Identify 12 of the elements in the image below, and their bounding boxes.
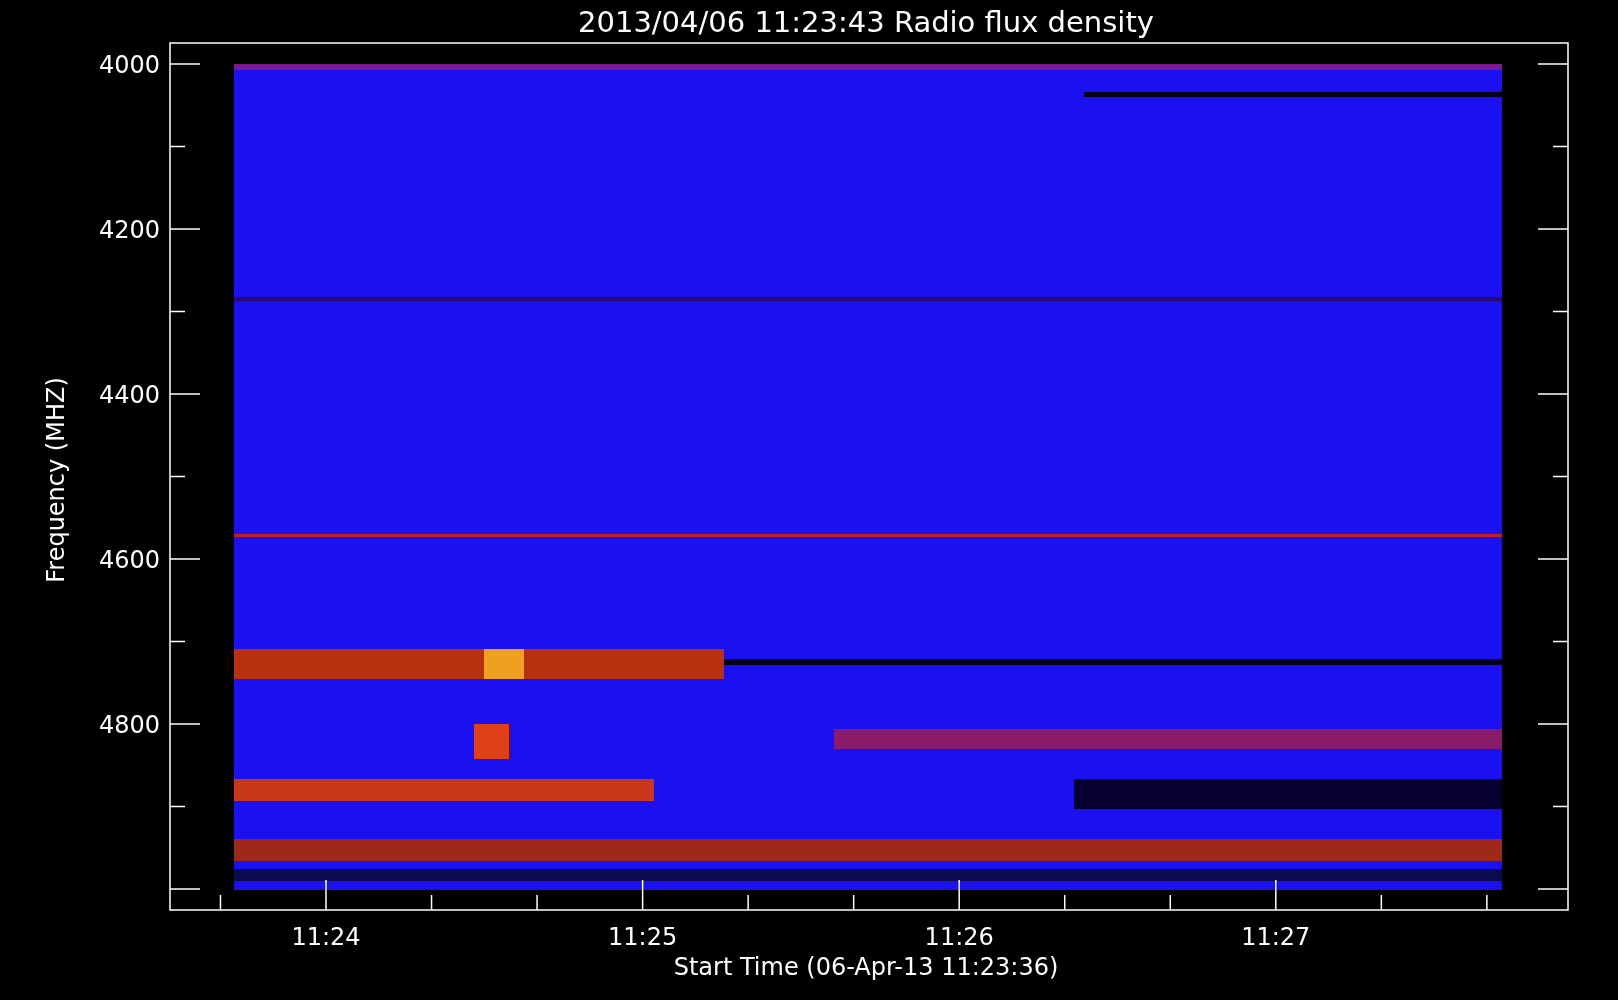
axis-tick-label: 4600 [98, 546, 160, 574]
axis-tick-label: 4200 [98, 216, 160, 244]
axis-tick-label: 11:26 [924, 923, 994, 951]
axis-label: Start Time (06-Apr-13 11:23:36) [673, 953, 1059, 981]
axis-tick-label: 11:25 [608, 923, 678, 951]
axis-tick-label: 11:27 [1241, 923, 1311, 951]
axis-tick-label: 4000 [98, 51, 160, 79]
axis-tick-label: 11:24 [291, 923, 361, 951]
axis-label: Frequency (MHZ) [42, 377, 70, 583]
axis-tick-label: 4400 [98, 381, 160, 409]
axis-tick-label: 4800 [98, 711, 160, 739]
chart-title: 2013/04/06 11:23:43 Radio flux density [578, 5, 1154, 39]
